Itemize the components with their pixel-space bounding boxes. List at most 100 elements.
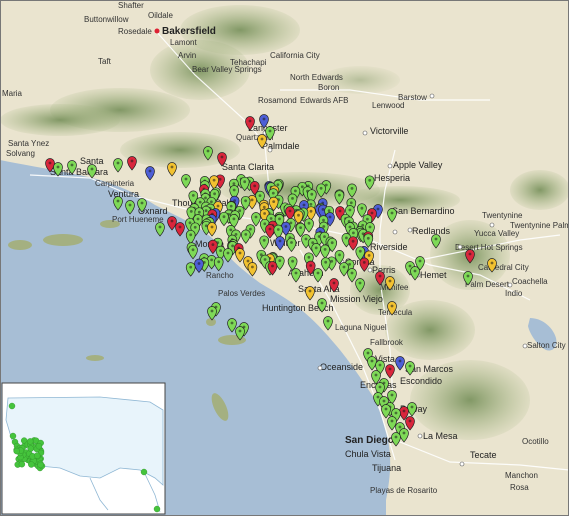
map-marker-dot [320,301,324,305]
label-ventura: Ventura [108,189,139,199]
map-marker-dot [268,227,272,231]
map-marker-dot [197,262,201,265]
label-joshua-tree: Twentynine [482,211,523,220]
map-marker-dot [170,165,174,169]
label-lenwood: Lenwood [372,101,404,110]
map-marker-dot [351,239,355,243]
map-marker-dot [253,184,257,188]
map-marker-dot [338,209,342,213]
map-marker-dot [309,209,313,213]
map-marker-dot [263,212,266,215]
label-arvin: Arvin [178,51,196,60]
label-oceanside: Oceanside [320,362,363,372]
inset-marker [34,452,41,459]
map-marker-dot [284,225,288,228]
map-marker-dot [262,205,266,209]
map-marker-dot [370,211,374,215]
map-marker-dot [390,419,394,423]
map-marker-dot [196,217,200,221]
map-marker-dot [294,271,298,275]
map-marker-dot [278,259,282,262]
map-marker-dot [376,207,380,211]
map-marker-dot [366,236,370,240]
map-marker-dot [226,251,230,255]
map-marker-dot [390,304,394,308]
map-marker-dot [130,159,134,163]
map-marker-dot [148,169,152,173]
map-marker-dot [309,202,313,206]
map-marker-dot [271,191,275,195]
map-marker-dot [310,192,314,196]
label-rosedale: Rosedale [118,27,152,36]
map-marker-dot [189,210,193,213]
map-marker-dot [218,177,222,181]
map-marker-dot [193,225,197,229]
label-palm-desert: Palm Desert [465,280,510,289]
map-marker-dot [244,199,248,203]
map-marker-dot [314,246,318,250]
map-marker-dot [368,178,372,182]
label-rosamond: Rosamond [258,96,297,105]
label-north-edwards: North Edwards [290,73,343,82]
label-bear-valley-springs: Bear Valley Springs [192,65,262,74]
map-marker-dot [323,235,326,239]
map-marker-dot [288,209,292,213]
label-edwards-afb: Edwards AFB [300,96,348,105]
map-marker-dot [291,197,294,200]
map-marker-dot [327,209,331,213]
map-marker-dot [408,364,412,368]
map-marker-dot [268,129,272,133]
map-marker-dot [276,183,280,187]
map-marker-dot [258,194,262,198]
map-marker-dot [330,259,334,263]
label-maria: Maria [2,89,23,98]
map-marker-dot [244,233,248,236]
map-marker-dot [249,227,252,231]
map-marker-dot [191,248,195,252]
label-shafter: Shafter [118,1,144,10]
map-marker-dot [382,399,386,403]
map-marker-dot [332,281,336,285]
inset-marker [27,445,34,452]
map-marker-dot [490,261,494,265]
map-marker-dot [309,264,313,267]
map-canvas[interactable]: Bakersfield Shafter Oildale Buttonwillow… [0,0,569,516]
label-redlands: Redlands [412,226,451,236]
label-menifee: Menifee [380,283,409,292]
map-marker-dot [398,425,402,429]
map-marker-dot [368,225,372,229]
label-port-hueneme: Port Hueneme [112,215,164,224]
map-marker-dot [358,249,362,253]
map-marker-dot [388,279,392,283]
label-san-bernardino: San Bernardino [392,206,455,216]
map-marker-dot [128,203,132,207]
map-marker-dot [376,395,380,399]
map-marker-dot [262,238,266,242]
map-marker-dot [352,231,355,235]
map-marker-dot [191,194,195,197]
map-marker-dot [328,215,332,219]
map-marker-dot [378,274,382,278]
label-victorville: Victorville [370,126,408,136]
map-marker-dot [348,262,351,266]
map-marker-dot [466,274,470,278]
inset-marker [28,461,35,468]
map-marker-dot [410,405,414,409]
label-playas-de-rosarito: Playas de Rosarito [370,486,438,495]
map-marker-dot [170,219,174,223]
map-marker-dot [338,193,341,197]
inset-marker [13,447,20,455]
label-palmdale: Palmdale [262,141,300,151]
map-marker-dot [238,251,242,255]
map-marker-dot [272,200,276,204]
map-marker-dot [413,269,417,273]
map-marker-dot [232,188,236,192]
map-marker-dot [189,233,193,237]
map-marker-dot [216,204,220,208]
map-marker-dot [197,210,201,214]
map-marker-dot [212,178,216,182]
us-inset-map[interactable] [1,382,166,515]
map-marker-dot [260,137,264,141]
map-marker-dot [378,385,382,389]
map-marker-dot [361,223,365,227]
